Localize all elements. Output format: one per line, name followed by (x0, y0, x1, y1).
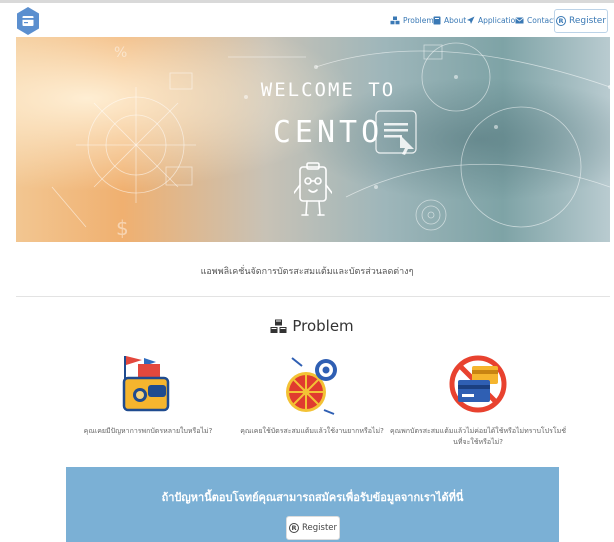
hero-title: WELCOME TO (260, 79, 396, 101)
section-divider (16, 296, 610, 297)
problem-item: คุณเคยใช้บัตรสะสมแต้มแล้วใช้งานยากหรือไม… (222, 352, 402, 437)
nav-contact-label: Contact (527, 16, 557, 25)
nav-problem[interactable]: Problem (390, 16, 434, 25)
nav-about[interactable]: About (433, 16, 466, 25)
cta-banner: ถ้าปัญหานี้ตอบโจทย์คุณสามารถสมัครเพื่อรั… (66, 467, 559, 542)
wallet-flag-icon (122, 356, 170, 412)
no-cards-icon (449, 355, 507, 413)
cta-register-button[interactable]: R Register (286, 516, 340, 540)
problem-caption: คุณเคยมีปัญหาการพกบัตรหลายใบหรือไม่? (83, 427, 213, 435)
nav-about-label: About (444, 16, 467, 25)
nav-application-label: Application (478, 16, 520, 25)
nav-problem-label: Problem (403, 16, 434, 25)
envelope-icon (515, 17, 524, 24)
problem-title-label: Problem (292, 317, 354, 335)
navbar: Problem About Application Contact R Regi… (0, 3, 614, 37)
registered-icon: R (555, 16, 566, 26)
cubes-icon (270, 319, 287, 333)
problem-caption: คุณเคยใช้บัตรสะสมแต้มแล้วใช้งานยากหรือไม… (240, 427, 384, 435)
tagline: แอพพลิเคชั่นจัดการบัตรสะสมแต้มและบัตรส่ว… (200, 267, 414, 277)
nav-application[interactable]: Application (466, 16, 520, 25)
hero-brand: CENTO (272, 115, 384, 150)
register-button[interactable]: R Register (554, 9, 608, 33)
cta-register-label: Register (302, 523, 337, 533)
rocket-icon (467, 16, 475, 24)
cta-text: ถ้าปัญหานี้ตอบโจทย์คุณสามารถสมัครเพื่อรั… (161, 491, 464, 504)
nav-contact[interactable]: Contact (515, 16, 556, 25)
problem-caption: คุณพกบัตรสะสมแต้มแล้วไม่ค่อยได้ใช้หรือไม… (389, 427, 566, 446)
register-label: Register (568, 16, 607, 26)
mascot-character-icon (294, 162, 332, 216)
problem-item: คุณเคยมีปัญหาการพกบัตรหลายใบหรือไม่? (58, 352, 238, 437)
cubes-icon (390, 16, 400, 25)
book-icon (433, 16, 441, 25)
problem-item: คุณพกบัตรสะสมแต้มแล้วไม่ค่อยได้ใช้หรือไม… (388, 352, 568, 448)
registered-icon: R (289, 523, 299, 533)
wheel-target-icon (286, 357, 337, 415)
svg-text:%: % (114, 45, 127, 61)
cento-logo[interactable] (16, 6, 40, 36)
hero-banner: $ % WELCOME TO CENTO (16, 37, 610, 242)
problem-section-title: Problem (0, 317, 614, 335)
svg-text:$: $ (116, 216, 129, 240)
